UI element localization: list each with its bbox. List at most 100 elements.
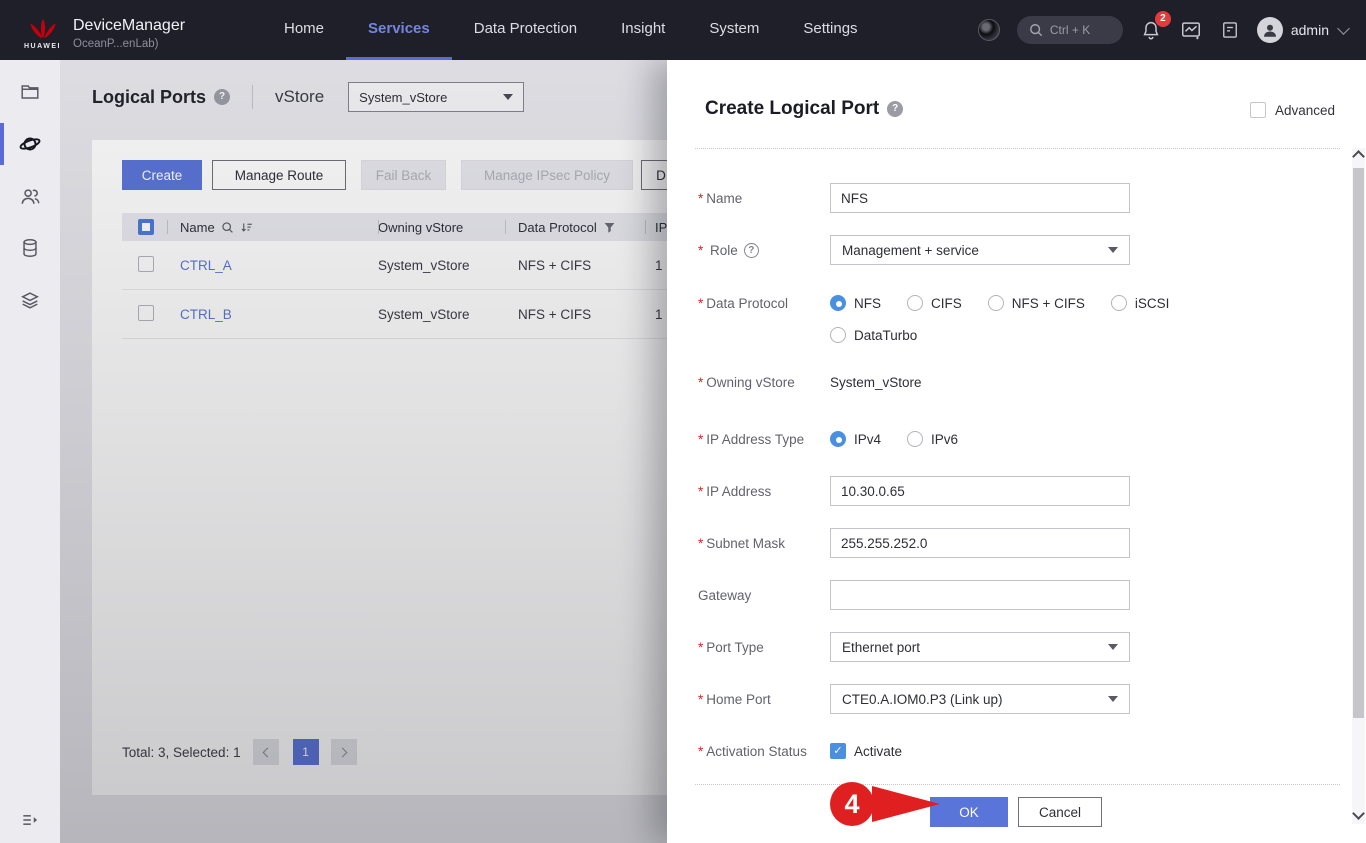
subnet-mask-input[interactable]	[830, 528, 1130, 558]
cancel-button[interactable]: Cancel	[1018, 797, 1102, 827]
page-title: Logical Ports	[92, 87, 206, 108]
next-page-button[interactable]	[331, 739, 357, 765]
ip-type-label: IP Address Type	[698, 432, 830, 447]
role-help-icon[interactable]: ?	[744, 243, 759, 258]
chevron-down-icon	[1108, 644, 1118, 650]
radio-option-ipv6[interactable]: IPv6	[907, 431, 958, 447]
port-type-label: Port Type	[698, 640, 830, 655]
scrollbar-thumb[interactable]	[1353, 168, 1364, 718]
chevron-down-icon	[1108, 696, 1118, 702]
radio-option-cifs[interactable]: CIFS	[907, 295, 962, 311]
huawei-logo-icon: HUAWEI	[24, 17, 61, 50]
search-icon	[1029, 23, 1043, 37]
prev-page-button[interactable]	[253, 739, 279, 765]
subnet-mask-label: Subnet Mask	[698, 536, 830, 551]
radio-option-dataturbo[interactable]: DataTurbo	[830, 327, 917, 343]
sidebar-item-pools[interactable]	[0, 274, 60, 326]
planet-icon	[18, 132, 42, 156]
select-all-checkbox[interactable]	[138, 219, 154, 235]
radio-option-nfs-cifs[interactable]: NFS + CIFS	[988, 295, 1085, 311]
radio-icon[interactable]	[1111, 295, 1127, 311]
port-name-link[interactable]: CTRL_B	[180, 307, 232, 322]
chevron-down-icon	[503, 94, 513, 100]
sidebar-item-resources[interactable]	[0, 66, 60, 118]
role-label: Role ?	[698, 243, 830, 258]
radio-icon[interactable]	[907, 431, 923, 447]
database-icon	[19, 237, 41, 259]
column-owning-vstore: Owning vStore	[378, 220, 463, 235]
sidebar-expand-button[interactable]	[0, 805, 60, 835]
radio-icon[interactable]	[907, 295, 923, 311]
radio-icon[interactable]	[830, 295, 846, 311]
performance-button[interactable]	[1179, 19, 1203, 41]
column-ip: IP	[655, 220, 667, 235]
dialog-title: Create Logical Port	[705, 98, 879, 120]
row-checkbox[interactable]	[138, 305, 154, 321]
radio-option-ipv4[interactable]: IPv4	[830, 431, 881, 447]
user-menu[interactable]: admin	[1257, 17, 1348, 43]
vstore-select[interactable]: System_vStore	[348, 82, 524, 112]
notification-badge: 2	[1155, 11, 1171, 27]
radio-icon[interactable]	[988, 295, 1004, 311]
app-title: DeviceManager	[73, 17, 185, 35]
help-icon[interactable]: ?	[214, 89, 230, 105]
expand-menu-icon	[20, 812, 40, 828]
global-search[interactable]: Ctrl + K	[1017, 16, 1123, 44]
advanced-checkbox[interactable]	[1250, 102, 1266, 118]
divider	[252, 85, 253, 109]
layers-icon	[19, 289, 41, 311]
current-page-button[interactable]: 1	[293, 739, 319, 765]
home-port-select[interactable]: CTE0.A.IOM0.P3 (Link up)	[830, 684, 1130, 714]
dialog-scrollbar[interactable]	[1352, 148, 1365, 824]
nav-settings[interactable]: Settings	[781, 0, 879, 60]
advanced-label: Advanced	[1275, 103, 1335, 118]
radio-icon[interactable]	[830, 431, 846, 447]
nav-services[interactable]: Services	[346, 0, 452, 60]
avatar	[1257, 17, 1283, 43]
chevron-down-icon	[1108, 247, 1118, 253]
search-shortcut: Ctrl + K	[1050, 23, 1090, 37]
nav-insight[interactable]: Insight	[599, 0, 687, 60]
scroll-up-icon[interactable]	[1352, 150, 1365, 163]
port-type-select[interactable]: Ethernet port	[830, 632, 1130, 662]
header-actions: Ctrl + K 2	[978, 16, 1348, 44]
sidebar-item-storage[interactable]	[0, 222, 60, 274]
owning-vstore-label: Owning vStore	[698, 375, 830, 390]
gateway-label: Gateway	[698, 588, 830, 603]
activate-option[interactable]: Activate	[830, 743, 902, 759]
nav-home[interactable]: Home	[262, 0, 346, 60]
port-name-link[interactable]: CTRL_A	[180, 258, 232, 273]
manage-route-button[interactable]: Manage Route	[212, 160, 346, 190]
advanced-toggle[interactable]: Advanced	[1250, 102, 1335, 118]
ok-button[interactable]: OK	[930, 797, 1008, 827]
activate-checkbox[interactable]	[830, 743, 846, 759]
document-icon	[1220, 19, 1240, 41]
notifications-button[interactable]: 2	[1140, 19, 1162, 41]
nav-system[interactable]: System	[687, 0, 781, 60]
radio-icon[interactable]	[830, 327, 846, 343]
row-checkbox[interactable]	[138, 256, 154, 272]
filter-icon[interactable]	[603, 221, 616, 234]
gateway-input[interactable]	[830, 580, 1130, 610]
chevron-down-icon	[1337, 22, 1350, 35]
ip-address-input[interactable]	[830, 476, 1130, 506]
divider	[695, 148, 1340, 149]
sidebar-item-users[interactable]	[0, 170, 60, 222]
scroll-down-icon[interactable]	[1352, 807, 1365, 820]
radio-option-nfs[interactable]: NFS	[830, 295, 881, 311]
person-icon	[1261, 21, 1279, 39]
column-search-icon[interactable]	[221, 221, 234, 234]
report-button[interactable]	[1220, 19, 1240, 41]
name-input[interactable]	[830, 183, 1130, 213]
create-button[interactable]: Create	[122, 160, 202, 190]
sort-icon[interactable]	[240, 221, 254, 234]
radio-option-iscsi[interactable]: iSCSI	[1111, 295, 1170, 311]
device-sphere-icon[interactable]	[978, 19, 1000, 41]
users-icon	[19, 185, 42, 208]
role-select[interactable]: Management + service	[830, 235, 1130, 265]
create-logical-port-dialog: Create Logical Port ? Advanced Name Role…	[667, 60, 1366, 843]
dialog-help-icon[interactable]: ?	[887, 101, 903, 117]
main-nav: Home Services Data Protection Insight Sy…	[262, 0, 880, 60]
sidebar-item-services[interactable]	[0, 118, 60, 170]
nav-data-protection[interactable]: Data Protection	[452, 0, 599, 60]
